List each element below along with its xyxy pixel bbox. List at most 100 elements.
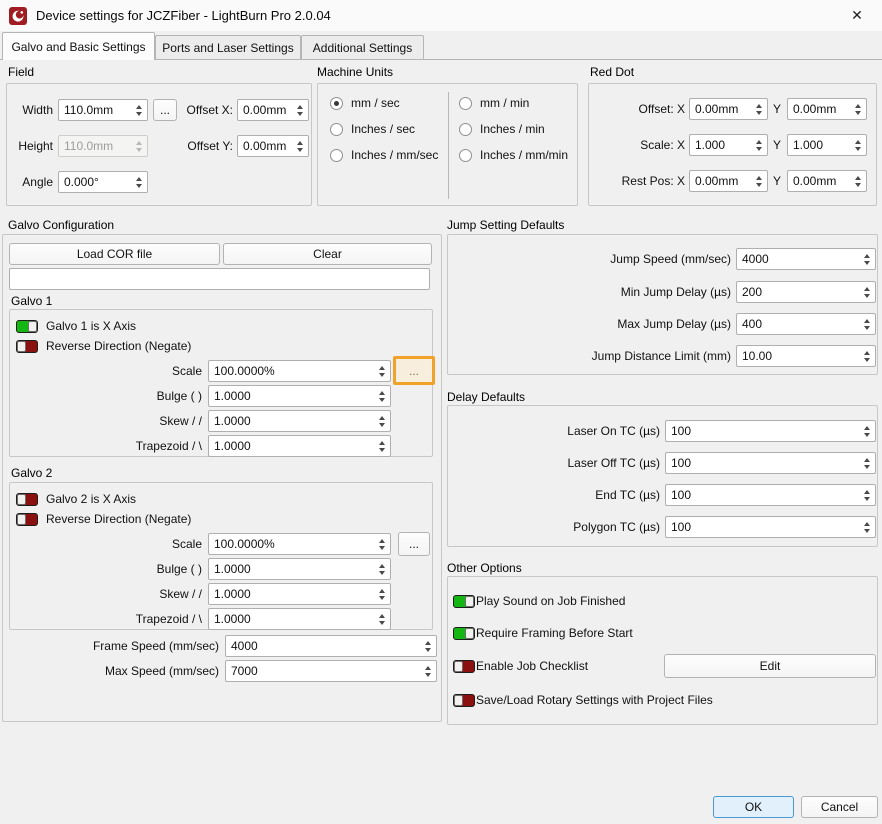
- spin-down-icon[interactable]: [297, 112, 303, 116]
- spin-up-icon[interactable]: [864, 319, 870, 323]
- spin-up-icon[interactable]: [379, 539, 385, 543]
- red-dot-scale-x-spinbox[interactable]: 1.000: [689, 134, 768, 156]
- spin-down-icon[interactable]: [297, 148, 303, 152]
- spin-buttons[interactable]: [420, 636, 436, 656]
- edit-checklist-button[interactable]: Edit: [664, 654, 876, 678]
- spin-up-icon[interactable]: [379, 441, 385, 445]
- spin-up-icon[interactable]: [379, 589, 385, 593]
- spin-up-icon[interactable]: [425, 641, 431, 645]
- spin-buttons[interactable]: [374, 386, 390, 406]
- spin-down-icon[interactable]: [379, 373, 385, 377]
- galvo1-skew-spinbox[interactable]: 1.0000: [208, 410, 391, 432]
- red-dot-offset-x-spinbox[interactable]: 0.00mm: [689, 98, 768, 120]
- radio-inches-mm-min-label[interactable]: Inches / mm/min: [480, 148, 568, 163]
- spin-down-icon[interactable]: [864, 326, 870, 330]
- radio-inches-mm-sec-label[interactable]: Inches / mm/sec: [351, 148, 438, 163]
- spin-down-icon[interactable]: [864, 294, 870, 298]
- save-rotary-settings-toggle[interactable]: [453, 694, 475, 707]
- red-dot-scale-y-spinbox[interactable]: 1.000: [787, 134, 867, 156]
- spin-buttons[interactable]: [420, 661, 436, 681]
- title-bar[interactable]: Device settings for JCZFiber - LightBurn…: [0, 0, 882, 31]
- spin-down-icon[interactable]: [379, 621, 385, 625]
- galvo2-x-axis-toggle[interactable]: [16, 493, 38, 506]
- red-dot-rest-y-spinbox[interactable]: 0.00mm: [787, 170, 867, 192]
- require-framing-toggle[interactable]: [453, 627, 475, 640]
- spin-buttons[interactable]: [374, 411, 390, 431]
- spin-up-icon[interactable]: [864, 254, 870, 258]
- load-cor-file-button[interactable]: Load COR file: [9, 243, 220, 265]
- galvo2-scale-browse-button[interactable]: ...: [398, 532, 430, 556]
- galvo2-scale-spinbox[interactable]: 100.0000%: [208, 533, 391, 555]
- tab-ports-laser-settings[interactable]: Ports and Laser Settings: [155, 35, 301, 60]
- spin-buttons[interactable]: [850, 99, 866, 119]
- enable-job-checklist-label[interactable]: Enable Job Checklist: [476, 659, 588, 673]
- galvo1-reverse-toggle[interactable]: [16, 340, 38, 353]
- spin-buttons[interactable]: [131, 100, 147, 120]
- galvo2-reverse-toggle[interactable]: [16, 513, 38, 526]
- spin-down-icon[interactable]: [379, 571, 385, 575]
- spin-up-icon[interactable]: [864, 490, 870, 494]
- galvo1-bulge-spinbox[interactable]: 1.0000: [208, 385, 391, 407]
- spin-buttons[interactable]: [374, 584, 390, 604]
- radio-inches-mm-sec[interactable]: [330, 149, 343, 162]
- spin-down-icon[interactable]: [864, 433, 870, 437]
- spin-down-icon[interactable]: [379, 423, 385, 427]
- radio-mm-min-label[interactable]: mm / min: [480, 96, 529, 111]
- red-dot-rest-x-spinbox[interactable]: 0.00mm: [689, 170, 768, 192]
- spin-buttons[interactable]: [859, 517, 875, 537]
- spin-buttons[interactable]: [859, 453, 875, 473]
- spin-buttons[interactable]: [859, 346, 875, 366]
- spin-up-icon[interactable]: [864, 522, 870, 526]
- spin-up-icon[interactable]: [864, 426, 870, 430]
- min-jump-delay-spinbox[interactable]: 200: [736, 281, 876, 303]
- end-tc-spinbox[interactable]: 100: [665, 484, 876, 506]
- spin-buttons[interactable]: [859, 485, 875, 505]
- galvo1-scale-browse-button-highlighted[interactable]: ...: [393, 356, 435, 385]
- spin-down-icon[interactable]: [864, 465, 870, 469]
- radio-inches-mm-min[interactable]: [459, 149, 472, 162]
- spin-down-icon[interactable]: [864, 529, 870, 533]
- spin-down-icon[interactable]: [855, 183, 861, 187]
- spin-up-icon[interactable]: [864, 287, 870, 291]
- spin-buttons[interactable]: [374, 609, 390, 629]
- spin-down-icon[interactable]: [379, 398, 385, 402]
- spin-buttons[interactable]: [292, 136, 308, 156]
- save-rotary-settings-label[interactable]: Save/Load Rotary Settings with Project F…: [476, 693, 713, 707]
- spin-up-icon[interactable]: [379, 614, 385, 618]
- ok-button[interactable]: OK: [713, 796, 794, 818]
- spin-buttons[interactable]: [374, 534, 390, 554]
- spin-down-icon[interactable]: [379, 448, 385, 452]
- spin-buttons[interactable]: [131, 172, 147, 192]
- offset-y-spinbox[interactable]: 0.00mm: [237, 135, 309, 157]
- spin-down-icon[interactable]: [864, 497, 870, 501]
- spin-down-icon[interactable]: [756, 147, 762, 151]
- galvo1-scale-spinbox[interactable]: 100.0000%: [208, 360, 391, 382]
- offset-x-spinbox[interactable]: 0.00mm: [237, 99, 309, 121]
- radio-mm-sec-label[interactable]: mm / sec: [351, 96, 400, 111]
- spin-up-icon[interactable]: [855, 176, 861, 180]
- play-sound-label[interactable]: Play Sound on Job Finished: [476, 594, 625, 608]
- galvo2-x-axis-label[interactable]: Galvo 2 is X Axis: [46, 492, 136, 506]
- spin-up-icon[interactable]: [297, 141, 303, 145]
- spin-buttons[interactable]: [859, 314, 875, 334]
- spin-buttons[interactable]: [374, 436, 390, 456]
- close-icon[interactable]: ✕: [843, 5, 871, 26]
- spin-down-icon[interactable]: [425, 648, 431, 652]
- width-spinbox[interactable]: 110.0mm: [58, 99, 148, 121]
- spin-down-icon[interactable]: [756, 111, 762, 115]
- spin-up-icon[interactable]: [864, 351, 870, 355]
- galvo2-bulge-spinbox[interactable]: 1.0000: [208, 558, 391, 580]
- radio-inches-sec[interactable]: [330, 123, 343, 136]
- spin-up-icon[interactable]: [136, 105, 142, 109]
- spin-up-icon[interactable]: [297, 105, 303, 109]
- spin-down-icon[interactable]: [756, 183, 762, 187]
- spin-down-icon[interactable]: [855, 111, 861, 115]
- max-speed-spinbox[interactable]: 7000: [225, 660, 437, 682]
- spin-up-icon[interactable]: [379, 564, 385, 568]
- spin-up-icon[interactable]: [864, 458, 870, 462]
- galvo1-x-axis-toggle[interactable]: [16, 320, 38, 333]
- galvo2-skew-spinbox[interactable]: 1.0000: [208, 583, 391, 605]
- spin-down-icon[interactable]: [379, 546, 385, 550]
- spin-buttons[interactable]: [751, 171, 767, 191]
- frame-speed-spinbox[interactable]: 4000: [225, 635, 437, 657]
